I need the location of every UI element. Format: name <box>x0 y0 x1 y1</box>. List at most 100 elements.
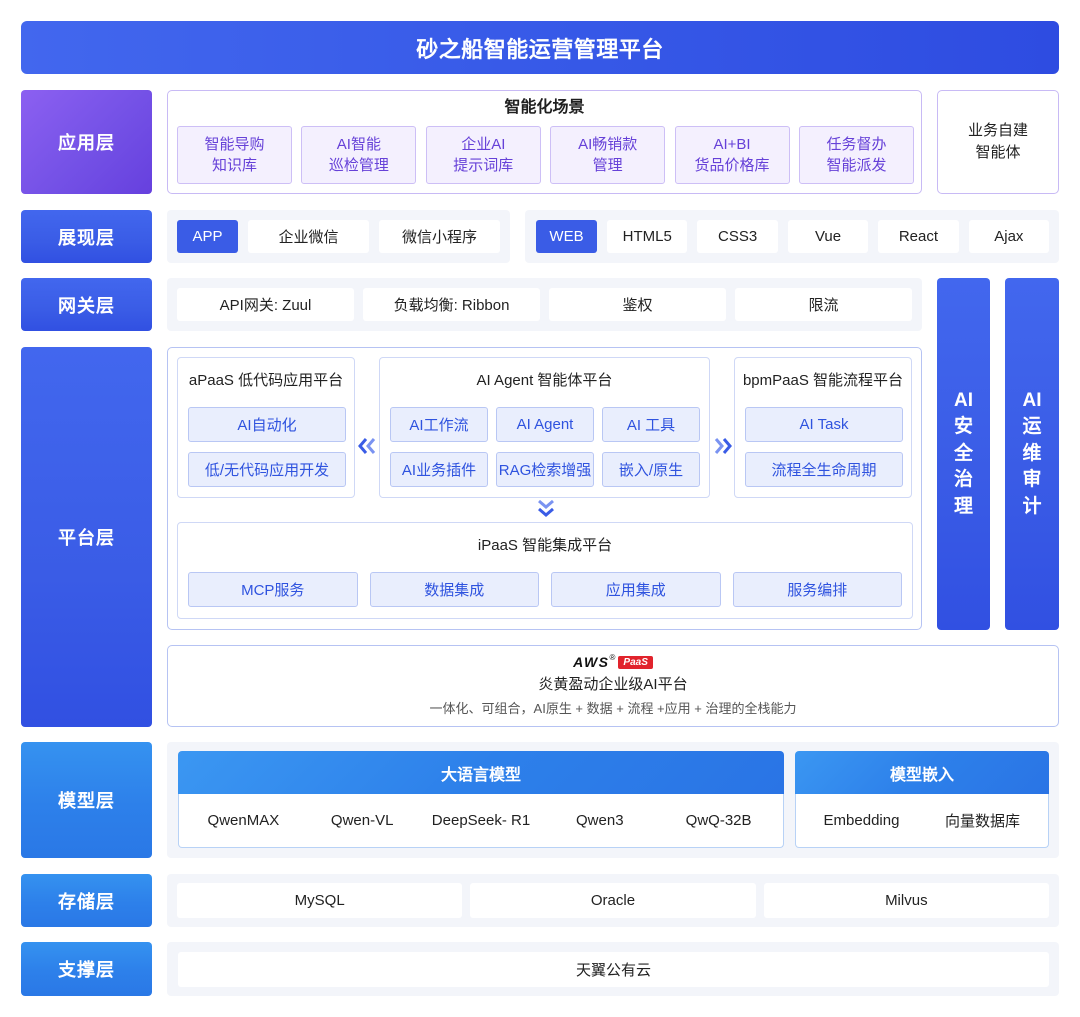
bpmpaas-title: bpmPaaS 智能流程平台 <box>742 372 904 389</box>
double-chevron-down-icon <box>538 499 554 517</box>
ai-agent-item: AI Agent <box>496 407 594 442</box>
scenario-item-line1: 任务督办 <box>826 136 887 153</box>
llm-item: QwQ-32B <box>685 812 752 829</box>
scenario-item: 任务督办 智能派发 <box>798 126 914 184</box>
layer-label-presentation: 展现层 <box>21 210 152 263</box>
ipaas-item: 服务编排 <box>732 572 902 607</box>
embedding-item: Embedding <box>823 812 900 829</box>
smart-scenarios-list: 智能导购 知识库 AI智能 巡检管理 企业AI 提示词库 AI畅销款 管理 AI… <box>177 126 914 184</box>
governance-char: 治 <box>953 469 973 491</box>
gateway-item: 鉴权 <box>549 288 726 321</box>
governance-char: 维 <box>1022 442 1042 464</box>
bpmpaas-item: AI Task <box>745 407 903 442</box>
scenario-item: AI智能 巡检管理 <box>301 126 417 184</box>
bpmpaas-items: AI Task 流程全生命周期 <box>745 407 903 487</box>
ai-agent-item: RAG检索增强 <box>496 452 594 487</box>
scenario-item: 企业AI 提示词库 <box>425 126 541 184</box>
scenario-item-line2: 知识库 <box>211 157 257 174</box>
embedding-title: 模型嵌入 <box>795 751 1049 794</box>
scenario-item-line2: 智能派发 <box>826 157 887 174</box>
apaas-items: AI自动化 低/无代码应用开发 <box>188 407 346 487</box>
ipaas-panel: iPaaS 智能集成平台 MCP服务 数据集成 应用集成 服务编排 <box>177 522 913 619</box>
aws-paas-platform-panel: AWS ® PaaS 炎黄盈动企业级AI平台 一体化、可组合，AI原生 + 数据… <box>167 645 1059 727</box>
page-title: 砂之船智能运营管理平台 <box>21 21 1059 74</box>
aws-logo-registered-mark: ® <box>609 653 616 662</box>
ai-agent-title: AI Agent 智能体平台 <box>476 372 613 389</box>
storage-item: MySQL <box>177 883 463 918</box>
web-tag: WEB <box>536 220 597 253</box>
llm-items: QwenMAX Qwen-VL DeepSeek- R1 Qwen3 QwQ-3… <box>178 794 784 848</box>
scenario-item-line2: 巡检管理 <box>328 157 389 174</box>
ipaas-item: 应用集成 <box>551 572 721 607</box>
presentation-item: HTML5 <box>607 220 688 253</box>
ipaas-item: MCP服务 <box>188 572 358 607</box>
governance-char: 计 <box>1022 495 1042 517</box>
layer-label-platform: 平台层 <box>21 347 152 727</box>
ai-agent-item: AI业务插件 <box>390 452 488 487</box>
mobile-presentation-group: APP 企业微信 微信小程序 <box>167 210 510 263</box>
governance-char: AI <box>954 389 973 411</box>
scenario-item: 智能导购 知识库 <box>177 126 292 184</box>
custom-agent-line1: 业务自建 <box>967 122 1028 139</box>
aws-paas-logo: AWS ® PaaS <box>168 654 1058 670</box>
governance-char: 安 <box>953 416 973 438</box>
support-item: 天翼公有云 <box>178 951 1049 987</box>
aws-platform-tagline: 一体化、可组合，AI原生 + 数据 + 流程 +应用 + 治理的全栈能力 <box>429 701 797 716</box>
governance-char: AI <box>1022 389 1042 411</box>
custom-agent-panel: 业务自建 智能体 <box>937 90 1059 194</box>
apaas-item: AI自动化 <box>188 407 346 442</box>
scenario-item-line2: 货品价格库 <box>694 157 770 174</box>
double-chevron-left-icon <box>358 438 376 454</box>
scenario-item-line1: 智能导购 <box>204 136 265 153</box>
presentation-item: Ajax <box>968 220 1050 253</box>
bpmpaas-item: 流程全生命周期 <box>745 452 903 487</box>
ai-ops-audit-column: AI 运 维 审 计 <box>1005 278 1059 630</box>
apaas-panel: aPaaS 低代码应用平台 AI自动化 低/无代码应用开发 <box>177 357 355 498</box>
smart-scenarios-title: 智能化场景 <box>504 99 585 116</box>
presentation-item: 微信小程序 <box>379 220 500 253</box>
double-chevron-right-icon <box>714 438 732 454</box>
scenario-item-line2: 管理 <box>592 157 623 174</box>
presentation-item: CSS3 <box>697 220 778 253</box>
presentation-item: Vue <box>787 220 869 253</box>
governance-char: 全 <box>953 442 973 464</box>
layer-label-storage: 存储层 <box>21 874 152 927</box>
ipaas-item: 数据集成 <box>369 572 539 607</box>
layer-label-support: 支撑层 <box>21 942 152 996</box>
ai-agent-item: 嵌入/原生 <box>602 452 700 487</box>
aws-logo-paas-badge: PaaS <box>618 655 653 669</box>
layer-label-application: 应用层 <box>21 90 152 194</box>
bpmpaas-panel: bpmPaaS 智能流程平台 AI Task 流程全生命周期 <box>734 357 912 498</box>
llm-title: 大语言模型 <box>178 751 784 794</box>
storage-item: Milvus <box>763 883 1049 918</box>
layer-label-model: 模型层 <box>21 742 152 858</box>
scenario-item-line1: AI智能 <box>336 136 381 153</box>
embedding-item: 向量数据库 <box>944 813 1020 830</box>
embedding-items: Embedding 向量数据库 <box>795 794 1049 848</box>
support-group: 天翼公有云 <box>167 942 1059 996</box>
layer-label-gateway: 网关层 <box>21 278 152 331</box>
llm-item: DeepSeek- R1 <box>431 812 531 829</box>
app-tag: APP <box>177 220 238 253</box>
scenario-item-line1: AI畅销款 <box>578 136 638 153</box>
aws-platform-name: 炎黄盈动企业级AI平台 <box>538 676 688 693</box>
llm-item: Qwen-VL <box>330 812 394 829</box>
presentation-item: 企业微信 <box>248 220 369 253</box>
llm-item: Qwen3 <box>576 812 624 829</box>
scenario-item: AI畅销款 管理 <box>550 126 666 184</box>
model-layer-panel: 大语言模型 QwenMAX Qwen-VL DeepSeek- R1 Qwen3… <box>167 742 1059 858</box>
ipaas-title: iPaaS 智能集成平台 <box>477 537 613 554</box>
llm-panel: 大语言模型 QwenMAX Qwen-VL DeepSeek- R1 Qwen3… <box>178 751 784 848</box>
ipaas-items: MCP服务 数据集成 应用集成 服务编排 <box>188 572 902 607</box>
governance-char: 理 <box>953 495 973 517</box>
platform-panel: aPaaS 低代码应用平台 AI自动化 低/无代码应用开发 AI Agent 智… <box>167 347 922 630</box>
ai-agent-item: AI工作流 <box>390 407 488 442</box>
scenario-item-line2: 提示词库 <box>453 157 514 174</box>
smart-scenarios-panel: 智能化场景 智能导购 知识库 AI智能 巡检管理 企业AI 提示词库 AI畅销款… <box>167 90 922 194</box>
storage-item: Oracle <box>470 883 756 918</box>
storage-group: MySQL Oracle Milvus <box>167 874 1059 927</box>
governance-char: 运 <box>1022 416 1042 438</box>
scenario-item-line1: AI+BI <box>713 136 751 153</box>
aws-logo-word: AWS <box>573 654 610 670</box>
governance-char: 审 <box>1022 469 1042 491</box>
